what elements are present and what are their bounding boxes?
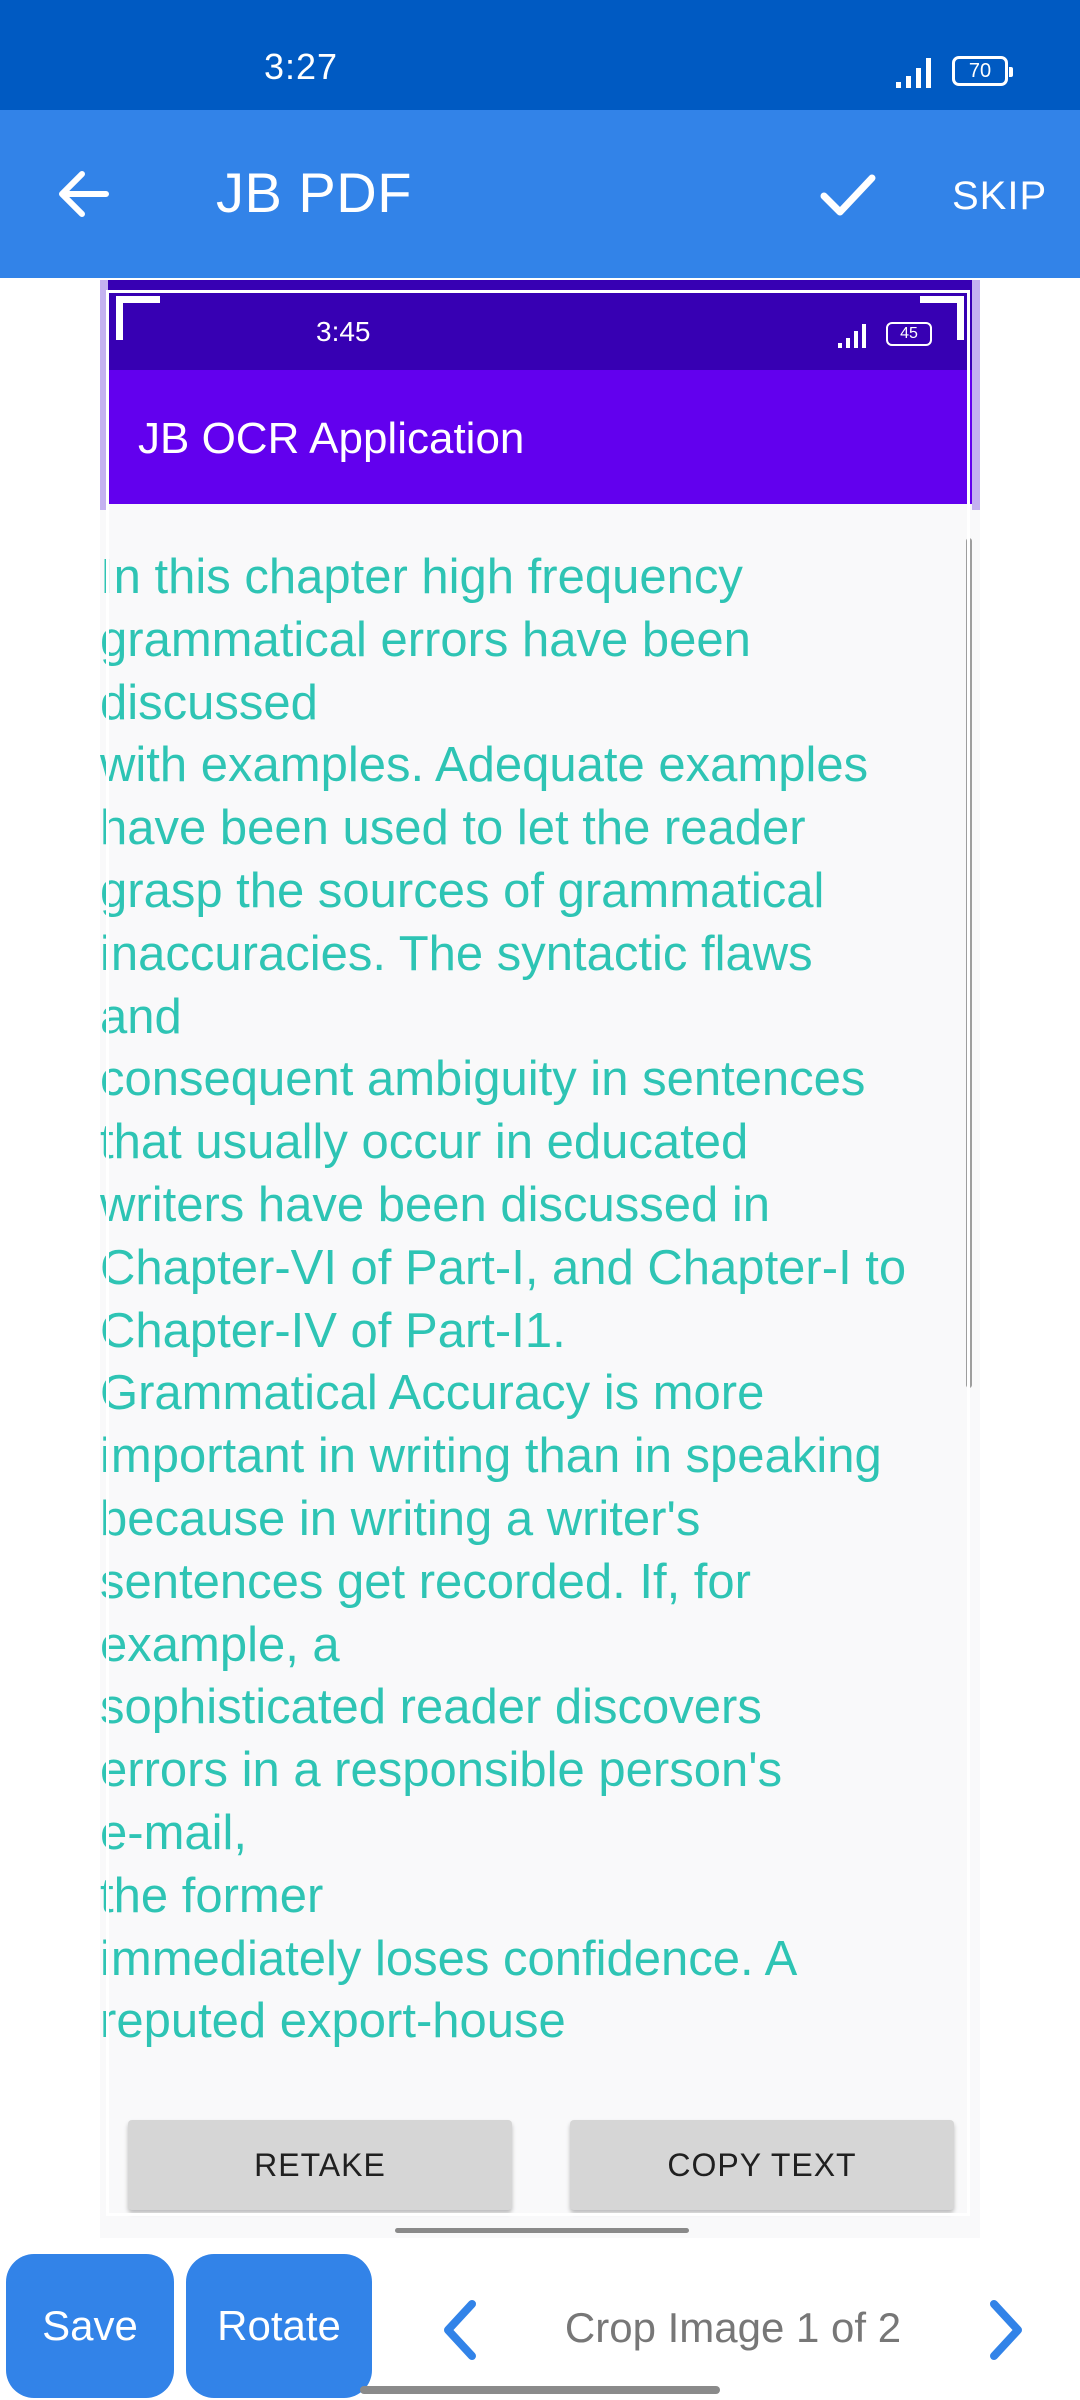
chevron-right-icon[interactable]: [980, 2296, 1032, 2364]
image-edge: [100, 280, 108, 510]
source-image: 3:45 45 JB OCR Application In this chapt…: [100, 280, 980, 2240]
battery-icon: 70: [952, 56, 1013, 86]
image-retake-button: RETAKE: [128, 2120, 512, 2210]
ocr-text-line: discussed: [100, 675, 318, 730]
image-app-title: JB OCR Application: [138, 414, 525, 463]
image-edge: [972, 280, 980, 510]
page-indicator: Crop Image 1 of 2: [564, 2304, 902, 2351]
ocr-text-line: the former: [100, 1868, 324, 1923]
ocr-text-line: and: [100, 989, 182, 1044]
image-scrollbar: [966, 538, 972, 1388]
ocr-text-line: have been used to let the reader: [100, 801, 806, 856]
image-signal-icon: [838, 324, 866, 348]
check-icon[interactable]: [816, 162, 880, 226]
back-arrow-icon[interactable]: [52, 162, 116, 226]
ocr-text-line: grammatical errors have been: [100, 612, 751, 667]
ocr-text-line: consequent ambiguity in sentences: [100, 1052, 866, 1107]
ocr-text-line: Chapter-VI of Part-I, and Chapter-I to: [100, 1240, 907, 1295]
image-toolbar: JB OCR Application: [108, 370, 972, 504]
image-status-time: 3:45: [316, 316, 371, 347]
ocr-text-line: important in writing than in speaking: [100, 1429, 882, 1484]
ocr-text-line: sentences get recorded. If, for: [100, 1554, 751, 1609]
ocr-text-line: example, a: [100, 1617, 340, 1672]
app-title: JB PDF: [216, 161, 412, 224]
home-indicator: [360, 2386, 720, 2394]
image-status-bar: 3:45 45: [108, 280, 972, 370]
signal-icon: [896, 58, 931, 88]
chevron-left-icon[interactable]: [434, 2296, 486, 2364]
crop-workspace: 3:45 45 JB OCR Application In this chapt…: [0, 278, 1080, 2240]
save-button[interactable]: Save: [6, 2254, 174, 2398]
ocr-text-line: writers have been discussed in: [100, 1177, 771, 1232]
status-bar: 3:27 70: [0, 0, 1080, 110]
ocr-text-block: In this chapter high frequency grammatica…: [100, 546, 980, 2070]
battery-level: 70: [968, 59, 992, 82]
crop-handle-top-right[interactable]: [920, 296, 964, 340]
ocr-text-line: reputed export-house: [100, 1994, 566, 2049]
image-home-indicator: [395, 2228, 689, 2233]
ocr-text-line: In this chapter high frequency: [100, 550, 743, 604]
rotate-button[interactable]: Rotate: [186, 2254, 372, 2398]
ocr-text-line: e-mail,: [100, 1805, 248, 1860]
status-time: 3:27: [264, 46, 339, 87]
ocr-text-line: errors in a responsible person's: [100, 1743, 783, 1798]
skip-button[interactable]: SKIP: [952, 174, 1047, 219]
ocr-text-line: because in writing a writer's: [100, 1491, 701, 1546]
ocr-text-line: sophisticated reader discovers: [100, 1680, 762, 1735]
image-battery-level: 45: [900, 325, 918, 342]
ocr-text-line: Grammatical Accuracy is more: [100, 1366, 765, 1421]
ocr-text-line: that usually occur in educated: [100, 1115, 749, 1170]
ocr-text-line: grasp the sources of grammatical: [100, 863, 825, 918]
crop-handle-top-left[interactable]: [116, 296, 160, 340]
app-bar: JB PDF SKIP: [0, 110, 1080, 278]
ocr-text-line: with examples. Adequate examples: [100, 738, 869, 793]
bottom-bar: Save Rotate Crop Image 1 of 2: [0, 2238, 1080, 2400]
ocr-text-line: Chapter-IV of Part-I1.: [100, 1303, 566, 1358]
ocr-text-line: immediately loses confidence. A: [100, 1931, 798, 1986]
image-copy-text-button: COPY TEXT: [570, 2120, 954, 2210]
ocr-text-line: inaccuracies. The syntactic flaws: [100, 926, 813, 981]
